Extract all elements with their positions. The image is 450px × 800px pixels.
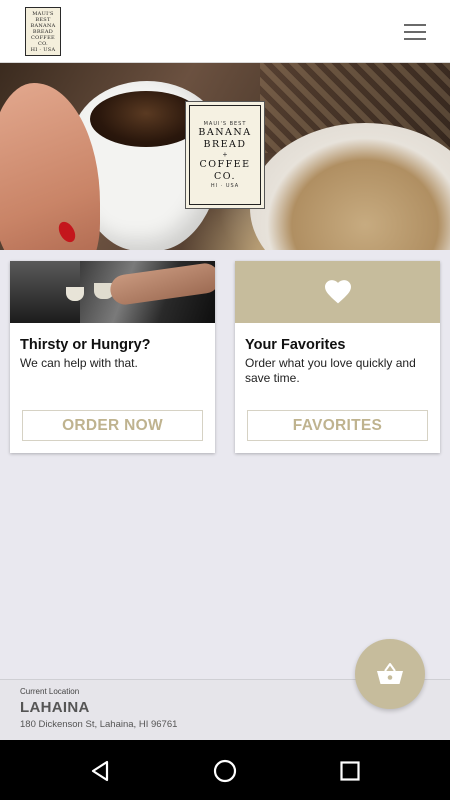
logo-line-1: MAUI'S BEST (32, 10, 54, 23)
location-name: LAHAINA (20, 699, 90, 716)
order-card-image (10, 261, 215, 323)
cart-button[interactable] (355, 639, 425, 709)
recents-square-icon[interactable] (337, 758, 363, 784)
hero-logo-footer: HI · USA (210, 183, 240, 189)
system-navigation-bar (0, 740, 450, 800)
coffee-surface (90, 91, 202, 147)
order-now-button[interactable]: ORDER NOW (22, 410, 203, 441)
order-card: Thirsty or Hungry? We can help with that… (10, 261, 215, 453)
app-bar: MAUI'S BEST BANANA BREAD COFFEE CO. HI ·… (0, 0, 450, 63)
favorites-card-subtitle: Order what you love quickly and save tim… (245, 356, 416, 385)
favorites-card-title: Your Favorites (245, 337, 346, 353)
order-card-title: Thirsty or Hungry? (20, 337, 151, 353)
order-card-subtitle: We can help with that. (20, 356, 138, 370)
hamburger-menu-icon[interactable] (399, 18, 431, 46)
location-address: 180 Dickenson St, Lahaina, HI 96761 (20, 719, 178, 730)
favorites-button[interactable]: FAVORITES (247, 410, 428, 441)
hero-logo-line-3: COFFEE (199, 159, 251, 170)
hero-logo-line-4: CO. (213, 171, 237, 182)
brand-logo[interactable]: MAUI'S BEST BANANA BREAD COFFEE CO. HI ·… (25, 7, 61, 56)
hero-logo: MAUI'S BEST BANANA BREAD + COFFEE CO. HI… (189, 105, 261, 205)
back-triangle-icon[interactable] (87, 758, 113, 784)
location-caption: Current Location (20, 687, 80, 696)
home-circle-icon[interactable] (212, 758, 238, 784)
hero-logo-plus: + (222, 150, 228, 159)
heart-icon (324, 280, 351, 304)
basket-icon (377, 663, 403, 684)
favorites-card: Your Favorites Order what you love quick… (235, 261, 440, 453)
favorites-card-banner (235, 261, 440, 323)
logo-line-6: HI · USA (30, 46, 56, 53)
hero-logo-line-1: BANANA (198, 127, 252, 138)
